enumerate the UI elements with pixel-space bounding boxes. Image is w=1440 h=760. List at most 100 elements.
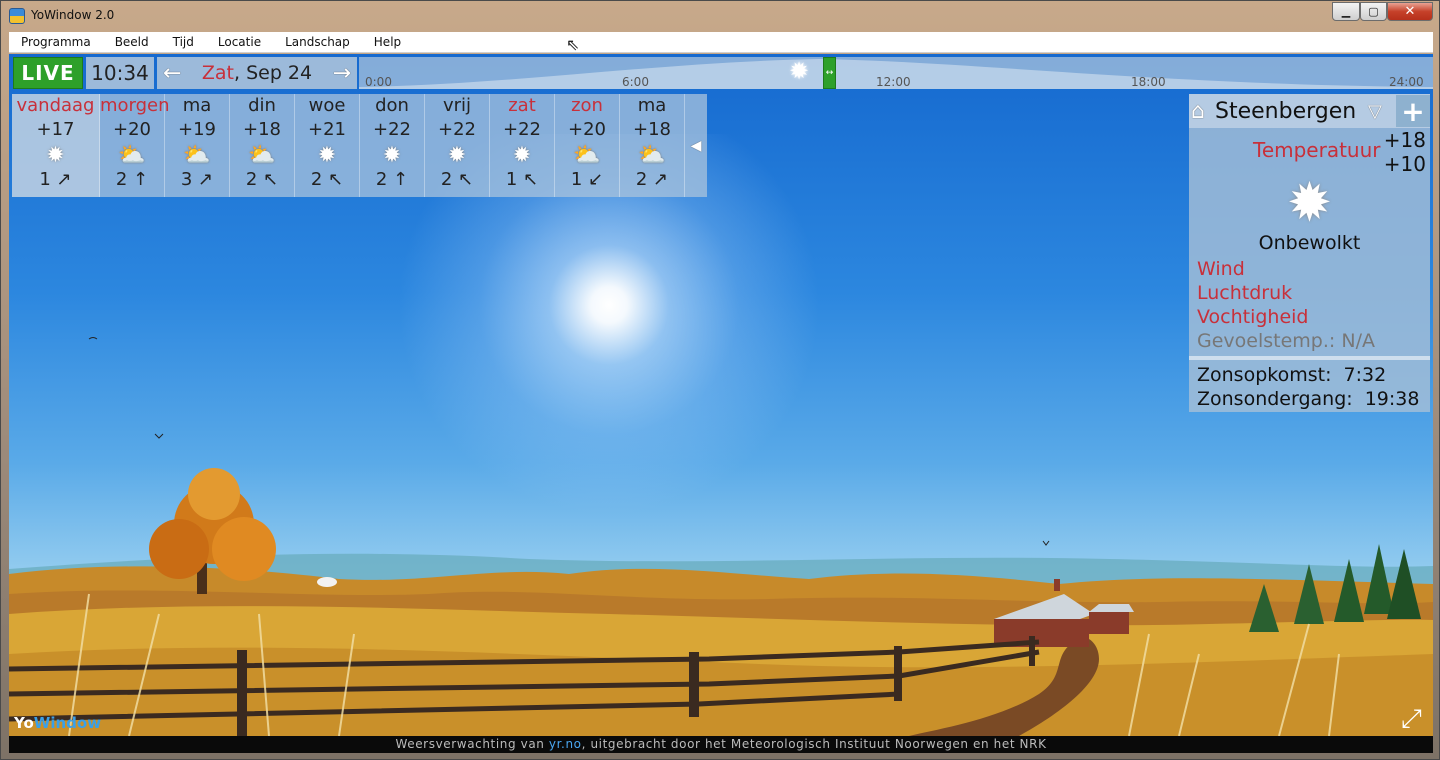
day-wind: 1 ↗ [39,169,72,190]
app-icon [9,8,25,24]
pressure-label[interactable]: Luchtdruk [1189,282,1430,306]
menu-programma[interactable]: Programma [21,35,91,49]
menu-landschap[interactable]: Landschap [285,35,350,49]
fullscreen-icon[interactable]: ⤢ [1401,704,1422,735]
forecast-day[interactable]: zat +22 ✹ 1 ↖ [490,94,555,197]
window-title: YoWindow 2.0 [31,8,115,22]
yowindow-logo[interactable]: YoWindow [14,714,101,732]
sunrise-row: Zonsopkomst: 7:32 [1197,364,1387,386]
condition-text: Onbewolkt [1258,232,1361,254]
forecast-day[interactable]: woe +21 ✹ 2 ↖ [295,94,360,197]
day-wind: 1 ↙ [570,169,604,190]
divider [1189,356,1430,360]
forecast-day[interactable]: ma +19 ⛅ 3 ↗ [165,94,230,197]
mouse-cursor-icon: ⇖ [566,35,580,54]
day-temp: +22 [438,119,476,140]
day-wind: 2 ↖ [440,169,474,190]
chevron-down-icon[interactable]: ▽ [1368,101,1396,122]
time-slider-handle[interactable]: ↔ [823,57,836,89]
date-navigator: ← Zat, Sep 24 → [157,57,357,89]
day-name: vandaag [16,95,95,116]
day-temp: +19 [178,119,216,140]
timeline-sun-icon: ✹ [789,57,810,85]
day-wind: 1 ↖ [505,169,539,190]
sun-cloud-icon: ⛅ [573,143,601,168]
day-temp: +21 [308,119,346,140]
day-temp: +20 [113,119,151,140]
feels-like-row: Gevoelstemp.: N/A [1197,330,1375,352]
tick-18: 18:00 [1131,75,1166,89]
collapse-arrow-icon[interactable]: ◀ [685,94,707,197]
tick-24: 24:00 [1389,75,1424,89]
forecast-day[interactable]: ma +18 ⛅ 2 ↗ [620,94,685,197]
close-button[interactable]: ✕ [1387,2,1433,21]
day-temp: +17 [36,119,75,140]
sun-icon: ✹ [46,143,65,168]
temp-min: +10 [1383,152,1426,176]
day-name: morgen [100,95,170,116]
sun-icon: ✹ [512,143,532,168]
location-header: ⌂ Steenbergen ▽ + [1189,94,1430,128]
add-location-button[interactable]: + [1396,95,1430,128]
day-wind: 2 ↑ [115,169,149,190]
day-wind: 2 ↗ [635,169,669,190]
sun-icon: ✹ [1286,171,1333,234]
bird-icon [154,433,164,439]
day-name: vrij [442,95,472,116]
bird-icon [1042,540,1050,546]
sun-icon: ✹ [317,143,337,168]
sun-cloud-icon: ⛅ [118,143,146,168]
sun-cloud-icon: ⛅ [248,143,276,168]
day-temp: +20 [568,119,606,140]
current-time[interactable]: 10:34 [86,57,154,89]
forecast-day[interactable]: vrij +22 ✹ 2 ↖ [425,94,490,197]
home-icon[interactable]: ⌂ [1191,99,1215,124]
humidity-label[interactable]: Vochtigheid [1189,306,1430,330]
day-temp: +18 [633,119,671,140]
day-name: woe [308,95,346,116]
time-slider[interactable]: 0:00 6:00 12:00 18:00 24:00 ✹ ↔ [359,57,1433,89]
time-bar: LIVE 10:34 ← Zat, Sep 24 → 0:00 6:00 12:… [9,54,1433,90]
sun-cloud-icon: ⛅ [183,143,211,168]
forecast-day[interactable]: din +18 ⛅ 2 ↖ [230,94,295,197]
tick-6: 6:00 [622,75,649,89]
menu-locatie[interactable]: Locatie [218,35,261,49]
temperature-label[interactable]: Temperatuur [1253,138,1381,162]
date-label[interactable]: Zat, Sep 24 [202,62,312,84]
footer-credit: Weersverwachting van yr.no, uitgebracht … [9,736,1433,753]
sun-icon: ✹ [447,143,467,168]
menu-tijd[interactable]: Tijd [173,35,194,49]
forecast-day[interactable]: zon +20 ⛅ 1 ↙ [555,94,620,197]
day-name: zon [571,95,603,116]
day-name: ma [182,95,212,116]
temperature-row: Temperatuur +18 +10 [1189,128,1430,176]
forecast-day[interactable]: don +22 ✹ 2 ↑ [360,94,425,197]
sun-icon: ✹ [382,143,402,168]
sunrise-value: 7:32 [1343,364,1387,386]
title-bar[interactable]: YoWindow 2.0 ▁ ▢ ✕ [1,1,1440,31]
tick-0: 0:00 [365,75,392,89]
day-temp: +18 [243,119,281,140]
wind-label[interactable]: Wind [1189,258,1430,282]
day-name: ma [637,95,667,116]
feels-like-value: N/A [1341,330,1375,352]
city-name[interactable]: Steenbergen [1215,99,1368,124]
bird-icon [88,337,98,340]
yr-link[interactable]: yr.no [549,737,582,751]
menu-help[interactable]: Help [374,35,401,49]
forecast-day[interactable]: morgen +20 ⛅ 2 ↑ [100,94,170,197]
app-window: YoWindow 2.0 ▁ ▢ ✕ Programma Beeld Tijd … [0,0,1440,760]
prev-day-arrow-icon[interactable]: ← [163,61,181,86]
sunset-row: Zonsondergang: 19:38 [1197,388,1420,410]
day-wind: 2 ↖ [310,169,344,190]
forecast-day[interactable]: vandaag +17 ✹ 1 ↗ [12,94,100,197]
minimize-button[interactable]: ▁ [1332,2,1360,21]
menu-beeld[interactable]: Beeld [115,35,149,49]
live-button[interactable]: LIVE [13,57,83,89]
forecast-strip: vandaag +17 ✹ 1 ↗ morgen +20 ⛅ 2 ↑ ma +1… [12,94,707,197]
next-day-arrow-icon[interactable]: → [333,61,351,86]
day-name: din [248,95,276,116]
day-name: don [375,95,409,116]
maximize-button[interactable]: ▢ [1360,2,1387,21]
weather-scene: LIVE 10:34 ← Zat, Sep 24 → 0:00 6:00 12:… [9,54,1433,736]
